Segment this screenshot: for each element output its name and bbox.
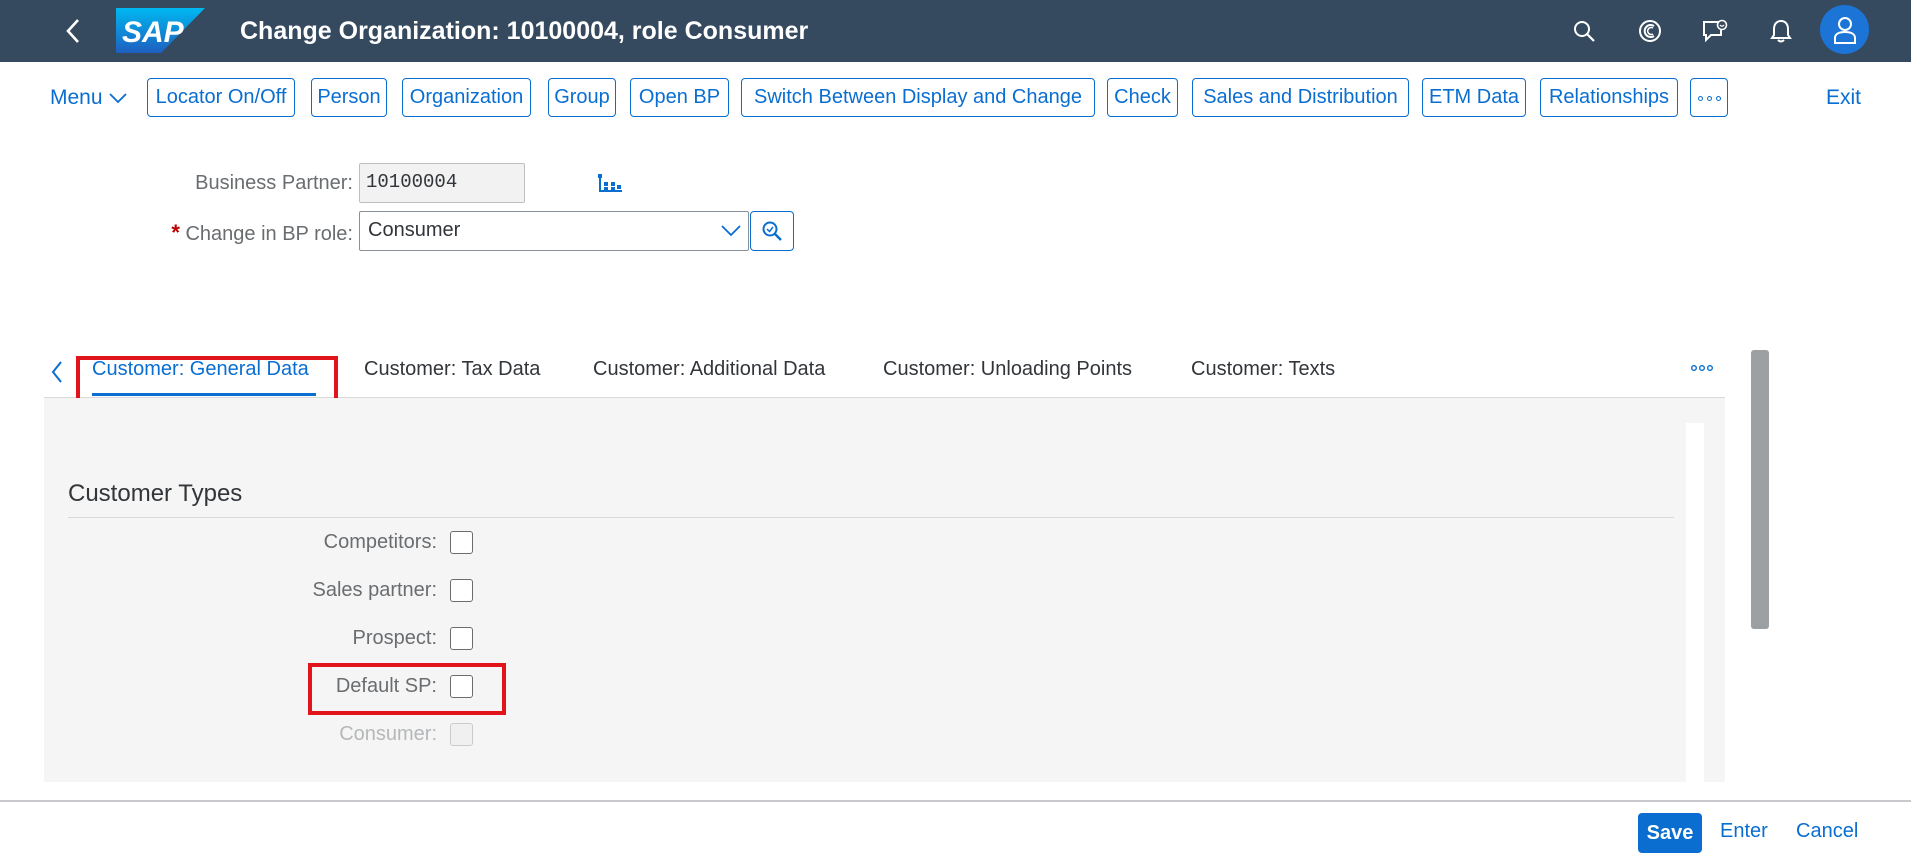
sales-partner-label: Sales partner: <box>312 579 437 601</box>
tab-overflow-button[interactable] <box>1690 360 1714 378</box>
enter-button[interactable]: Enter <box>1720 820 1768 843</box>
feedback-button[interactable] <box>1696 12 1734 50</box>
switch-display-change-button[interactable]: Switch Between Display and Change <box>741 78 1095 117</box>
panel-scroll-track <box>1686 423 1704 783</box>
back-icon <box>66 19 79 43</box>
chevron-left-icon <box>51 361 62 383</box>
tab-customer-additional-data[interactable]: Customer: Additional Data <box>593 358 825 381</box>
consumer-label: Consumer: <box>339 723 437 745</box>
etm-data-button[interactable]: ETM Data <box>1422 78 1526 117</box>
notifications-button[interactable] <box>1762 12 1800 50</box>
business-partner-label: Business Partner: <box>195 172 353 194</box>
copilot-button[interactable] <box>1631 12 1669 50</box>
chevron-down-icon <box>721 225 741 237</box>
business-partner-field[interactable]: 10100004 <box>359 163 525 203</box>
feedback-icon <box>1703 19 1728 43</box>
required-marker: * <box>171 220 180 245</box>
value-help-button[interactable] <box>750 211 794 251</box>
back-button[interactable] <box>58 14 88 48</box>
search-icon <box>1574 21 1595 42</box>
tab-customer-tax-data[interactable]: Customer: Tax Data <box>364 358 540 381</box>
exit-button[interactable]: Exit <box>1826 86 1861 110</box>
competitors-label: Competitors: <box>323 531 437 553</box>
page-title: Change Organization: 10100004, role Cons… <box>240 17 809 45</box>
prospect-checkbox[interactable] <box>450 627 473 650</box>
more-icon <box>1691 365 1714 371</box>
bp-role-label-text: Change in BP role: <box>185 223 353 245</box>
toolbar-overflow-button[interactable]: ∘∘∘ <box>1690 78 1728 117</box>
svg-text:SAP: SAP <box>122 16 185 49</box>
check-button[interactable]: Check <box>1107 78 1178 117</box>
menu-label: Menu <box>50 86 103 109</box>
default-sp-highlight-box <box>308 663 506 715</box>
sales-distribution-button[interactable]: Sales and Distribution <box>1192 78 1409 117</box>
consumer-checkbox <box>450 723 473 746</box>
save-button[interactable]: Save <box>1638 813 1702 853</box>
copilot-icon <box>1639 20 1661 42</box>
application-toolbar: Menu Locator On/Off Person Organization … <box>0 78 1911 120</box>
locator-button[interactable]: Locator On/Off <box>147 78 295 117</box>
sales-partner-checkbox[interactable] <box>450 579 473 602</box>
vertical-scrollbar[interactable] <box>1751 350 1769 629</box>
footer-divider <box>0 800 1911 802</box>
open-bp-button[interactable]: Open BP <box>630 78 729 117</box>
cancel-button[interactable]: Cancel <box>1796 820 1858 843</box>
person-button[interactable]: Person <box>311 78 387 117</box>
section-divider <box>68 517 1674 518</box>
search-icon <box>762 221 782 241</box>
tab-customer-texts[interactable]: Customer: Texts <box>1191 358 1335 381</box>
search-button[interactable] <box>1565 12 1603 50</box>
tab-customer-unloading-points[interactable]: Customer: Unloading Points <box>883 358 1132 381</box>
notifications-icon <box>1770 19 1792 43</box>
relationships-button[interactable]: Relationships <box>1540 78 1678 117</box>
group-button[interactable]: Group <box>548 78 616 117</box>
sap-logo[interactable]: SAP <box>116 8 205 53</box>
bp-role-select[interactable]: Consumer <box>359 211 749 251</box>
bp-role-value: Consumer <box>368 219 461 241</box>
bp-role-label: * Change in BP role: <box>150 220 353 246</box>
tab-scroll-left-button[interactable] <box>50 360 64 389</box>
user-avatar-icon <box>1833 16 1856 44</box>
chevron-down-icon <box>108 93 127 104</box>
menu-button[interactable]: Menu <box>50 86 127 110</box>
organization-button[interactable]: Organization <box>402 78 531 117</box>
prospect-label: Prospect: <box>352 627 437 649</box>
hierarchy-icon[interactable] <box>597 172 623 199</box>
user-avatar[interactable] <box>1820 5 1869 54</box>
shell-header: SAP Change Organization: 10100004, role … <box>0 0 1911 62</box>
competitors-checkbox[interactable] <box>450 531 473 554</box>
section-title: Customer Types <box>68 480 243 507</box>
